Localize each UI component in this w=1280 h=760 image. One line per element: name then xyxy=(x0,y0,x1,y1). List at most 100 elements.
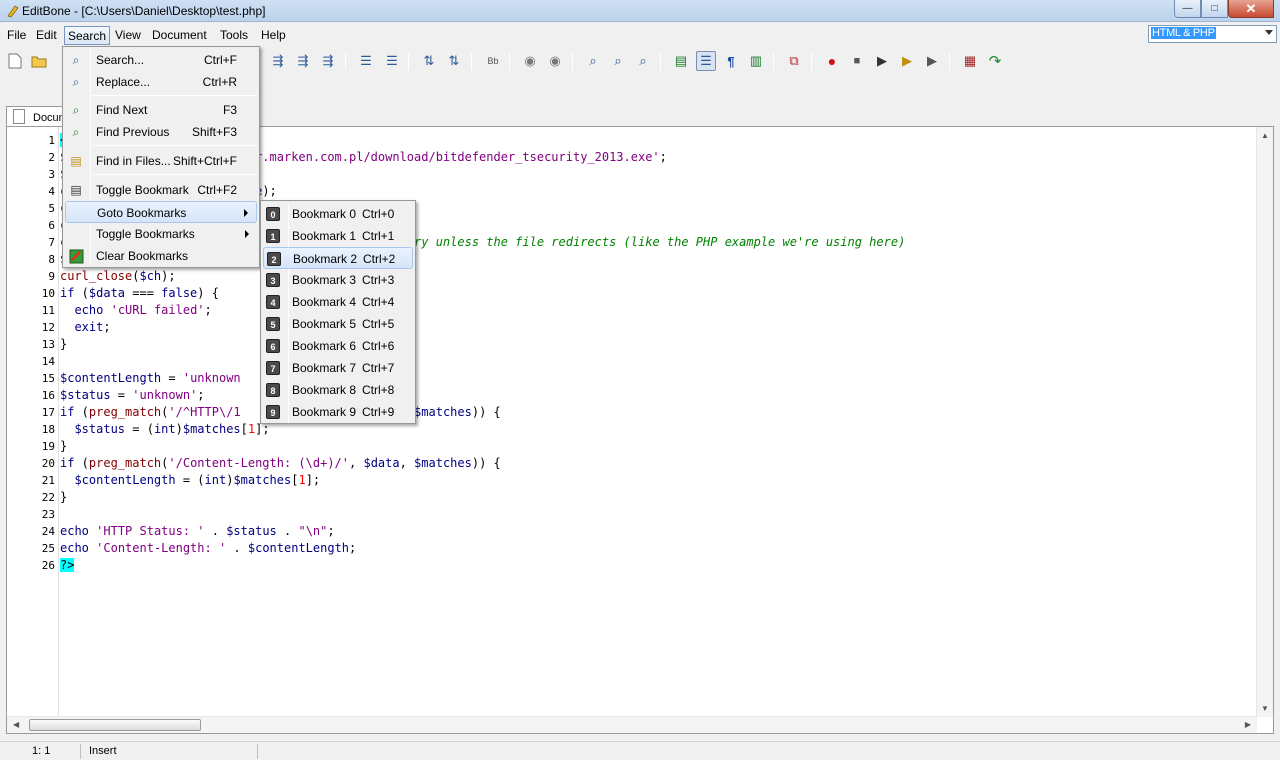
code-line[interactable]: if (preg_match('/Content-Length: (\d+)/'… xyxy=(60,455,1251,472)
save-macro-icon[interactable]: ▶ xyxy=(922,51,942,71)
sort-ascending-icon[interactable]: ⇅ xyxy=(419,51,439,71)
tab-document[interactable]: Docum xyxy=(6,106,66,127)
options-icon[interactable]: ▦ xyxy=(960,51,980,71)
menu-item-find-previous[interactable]: ⌕ Find Previous Shift+F3 xyxy=(65,121,257,143)
word-wrap-icon[interactable]: ▥ xyxy=(746,51,766,71)
code-token: $status xyxy=(60,388,111,402)
code-token: 'unknown' xyxy=(132,388,198,402)
scroll-up-icon[interactable]: ▲ xyxy=(1261,131,1269,140)
indent-icon[interactable]: ⇶ xyxy=(268,51,288,71)
menu-item-bookmark-6[interactable]: 6 Bookmark 6 Ctrl+6 xyxy=(263,335,413,357)
menu-item-search[interactable]: ⌕ Search... Ctrl+F xyxy=(65,49,257,71)
special-chars-icon[interactable]: ☰ xyxy=(696,51,716,71)
code-token: $status xyxy=(226,524,277,538)
open-folder-icon[interactable] xyxy=(29,51,49,71)
code-line[interactable] xyxy=(60,506,1251,523)
menu-item-bookmark-1[interactable]: 1 Bookmark 1 Ctrl+1 xyxy=(263,225,413,247)
menu-search[interactable]: Search xyxy=(64,26,111,45)
line-numbers-icon[interactable]: ▤ xyxy=(671,51,691,71)
code-token: = xyxy=(110,388,133,402)
code-line[interactable]: } xyxy=(60,336,1251,353)
record-macro-icon[interactable]: ● xyxy=(822,51,842,71)
line-number: 22 xyxy=(41,491,55,504)
minimize-button[interactable]: — xyxy=(1174,0,1201,18)
open-macro-icon[interactable]: ▶ xyxy=(897,51,917,71)
play-macro-icon[interactable]: ▶ xyxy=(872,51,892,71)
menu-item-toggle-bookmarks[interactable]: Toggle Bookmarks xyxy=(65,223,257,245)
highlighter-select[interactable]: HTML & PHP xyxy=(1148,25,1277,43)
close-button[interactable]: ✕ xyxy=(1228,0,1274,18)
find-in-files-icon[interactable]: ⌕ xyxy=(633,51,653,71)
menu-item-goto-bookmarks[interactable]: Goto Bookmarks xyxy=(65,201,257,223)
menu-view[interactable]: View xyxy=(112,26,144,45)
code-line[interactable]: } xyxy=(60,489,1251,506)
redo-icon[interactable]: ◉ xyxy=(545,51,565,71)
menu-item-replace[interactable]: ⌕ Replace... Ctrl+R xyxy=(65,71,257,93)
code-line[interactable]: $contentLength = 'unknown xyxy=(60,370,1251,387)
code-line[interactable] xyxy=(60,353,1251,370)
menu-edit[interactable]: Edit xyxy=(33,26,60,45)
menu-help[interactable]: Help xyxy=(258,26,289,45)
menu-item-toggle-bookmark[interactable]: ▤ Toggle Bookmark Ctrl+F2 xyxy=(65,179,257,201)
find-next-icon: ⌕ xyxy=(72,102,80,117)
menu-item-find-in-files[interactable]: ▤ Find in Files... Shift+Ctrl+F xyxy=(65,150,257,172)
maximize-button[interactable]: □ xyxy=(1201,0,1228,18)
code-line[interactable]: echo 'cURL failed'; xyxy=(60,302,1251,319)
menu-item-bookmark-4[interactable]: 4 Bookmark 4 Ctrl+4 xyxy=(263,291,413,313)
replace-icon[interactable]: ⌕ xyxy=(608,51,628,71)
code-line[interactable]: } xyxy=(60,438,1251,455)
code-line[interactable]: if (preg_match('/^HTTP\/1 $data, $matche… xyxy=(60,404,1251,421)
code-line[interactable]: echo 'Content-Length: ' . $contentLength… xyxy=(60,540,1251,557)
exit-icon[interactable]: ↷ xyxy=(985,51,1005,71)
sort-descending-icon[interactable]: ⇅ xyxy=(444,51,464,71)
menu-file[interactable]: File xyxy=(4,26,29,45)
horizontal-scrollbar[interactable]: ◀ ▶ xyxy=(7,716,1257,733)
menu-item-bookmark-7[interactable]: 7 Bookmark 7 Ctrl+7 xyxy=(263,357,413,379)
code-line[interactable]: ?> xyxy=(60,557,1251,574)
vertical-scrollbar[interactable]: ▲ ▼ xyxy=(1256,127,1273,717)
case-icon[interactable]: Bb xyxy=(483,51,503,71)
search-icon: ⌕ xyxy=(72,52,80,67)
compare-icon[interactable]: ⧉ xyxy=(784,51,804,71)
code-line[interactable]: $status = 'unknown'; xyxy=(60,387,1251,404)
code-line[interactable]: curl_close($ch); xyxy=(60,268,1251,285)
scroll-right-icon[interactable]: ▶ xyxy=(1245,720,1251,729)
undo-icon[interactable]: ◉ xyxy=(520,51,540,71)
line-number: 20 xyxy=(41,457,55,470)
code-token: ?> xyxy=(60,558,75,572)
bookmark-label: Bookmark 7 xyxy=(292,361,357,375)
menu-item-bookmark-3[interactable]: 3 Bookmark 3 Ctrl+3 xyxy=(263,269,413,291)
bookmark-number-icon: 7 xyxy=(266,361,280,375)
menu-item-clear-bookmarks[interactable]: Clear Bookmarks xyxy=(65,245,257,267)
new-file-icon[interactable] xyxy=(5,51,25,71)
align-left-icon[interactable]: ☰ xyxy=(356,51,376,71)
code-line[interactable]: $contentLength = (int)$matches[1]; xyxy=(60,472,1251,489)
stop-macro-icon[interactable]: ■ xyxy=(847,51,867,71)
search-icon[interactable]: ⌕ xyxy=(583,51,603,71)
scroll-down-icon[interactable]: ▼ xyxy=(1261,704,1269,713)
menu-item-bookmark-9[interactable]: 9 Bookmark 9 Ctrl+9 xyxy=(263,401,413,423)
pilcrow-icon[interactable]: ¶ xyxy=(721,51,741,71)
sort-icon[interactable]: ⇶ xyxy=(318,51,338,71)
menu-item-bookmark-2[interactable]: 2 Bookmark 2 Ctrl+2 xyxy=(263,247,413,269)
code-line[interactable]: $status = (int)$matches[1]; xyxy=(60,421,1251,438)
scroll-left-icon[interactable]: ◀ xyxy=(13,720,19,729)
menu-tools[interactable]: Tools xyxy=(217,26,251,45)
status-bar: 1: 1 Insert xyxy=(0,741,1280,760)
bookmark-number-icon: 9 xyxy=(266,405,280,419)
code-line[interactable]: echo 'HTTP Status: ' . $status . "\n"; xyxy=(60,523,1251,540)
menu-item-find-next[interactable]: ⌕ Find Next F3 xyxy=(65,99,257,121)
code-token: ( xyxy=(74,456,89,470)
menu-document[interactable]: Document xyxy=(149,26,210,45)
menu-item-bookmark-5[interactable]: 5 Bookmark 5 Ctrl+5 xyxy=(263,313,413,335)
code-token: ( xyxy=(74,405,89,419)
code-line[interactable]: exit; xyxy=(60,319,1251,336)
scrollbar-thumb[interactable] xyxy=(29,719,201,731)
align-right-icon[interactable]: ☰ xyxy=(382,51,402,71)
unindent-icon[interactable]: ⇶ xyxy=(293,51,313,71)
code-token: $data xyxy=(363,456,400,470)
menu-item-bookmark-8[interactable]: 8 Bookmark 8 Ctrl+8 xyxy=(263,379,413,401)
menu-item-bookmark-0[interactable]: 0 Bookmark 0 Ctrl+0 xyxy=(263,203,413,225)
code-line[interactable]: if ($data === false) { xyxy=(60,285,1251,302)
